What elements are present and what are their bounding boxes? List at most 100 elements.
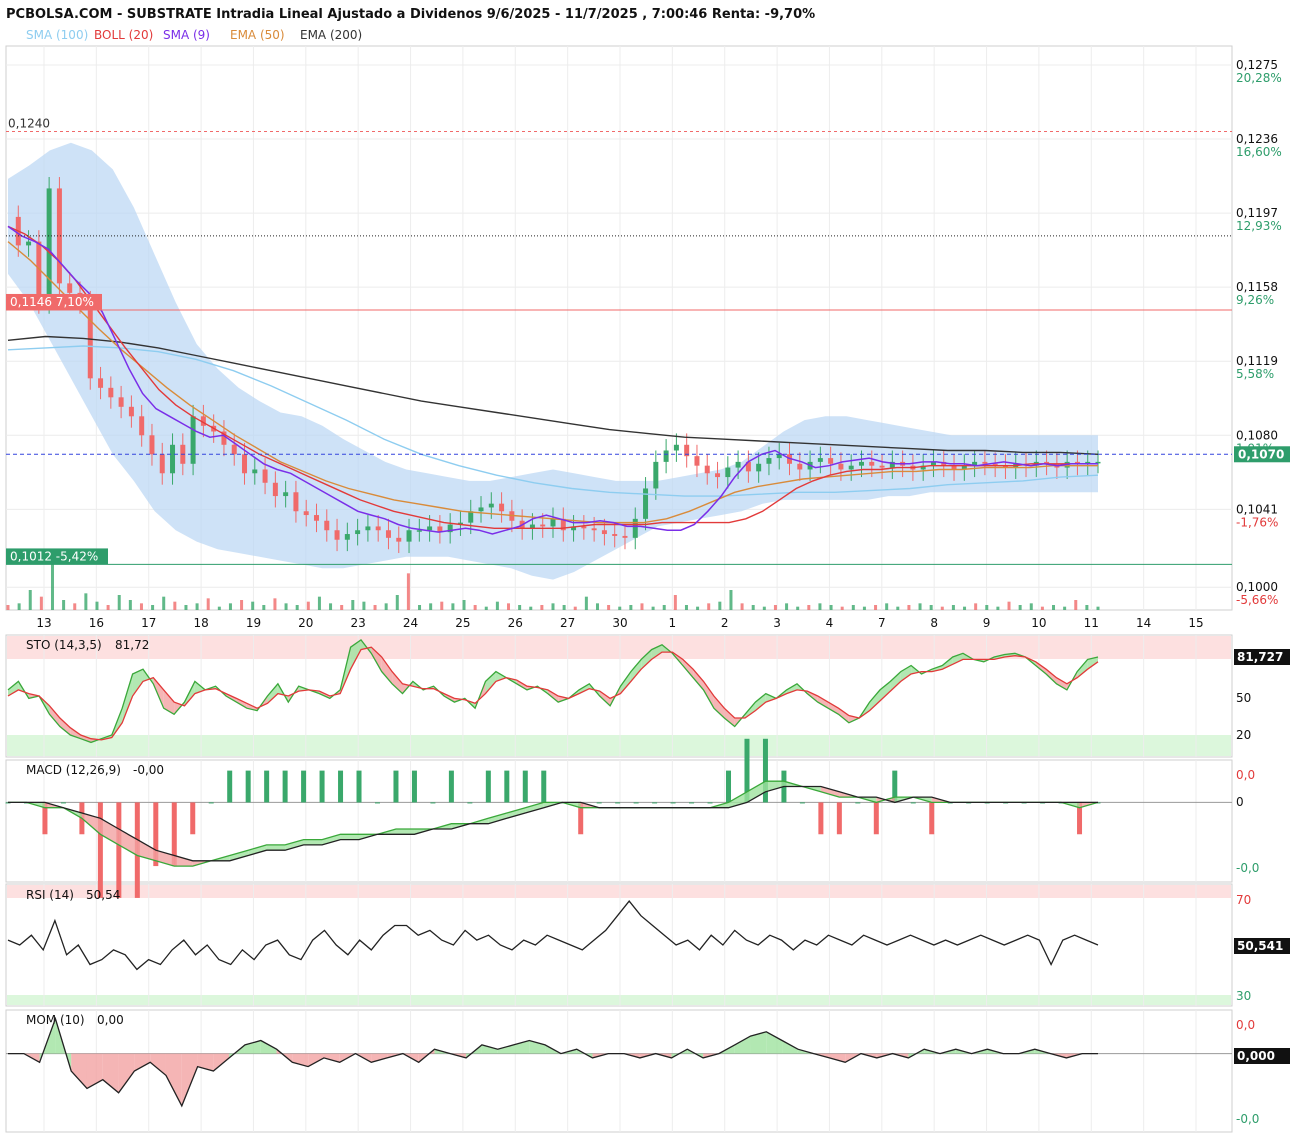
volume-bar [1085, 605, 1089, 610]
macd-hist-bar [411, 770, 417, 803]
candle-body [848, 465, 854, 470]
support-label: 0,1012 -5,42% [10, 549, 98, 563]
macd-hist-bar [670, 802, 676, 804]
volume-bar [1007, 601, 1011, 610]
volume-bar [262, 605, 266, 610]
volume-bar [618, 606, 622, 610]
volume-bar [751, 605, 755, 610]
macd-hist-bar [836, 802, 842, 835]
price-tick-label: 0,1041 [1236, 502, 1278, 516]
candle-body [87, 302, 93, 379]
candle-body [673, 444, 679, 451]
volume-bar [429, 603, 433, 610]
candle-body [313, 515, 319, 521]
volume-bar [696, 606, 700, 610]
volume-bar [573, 606, 577, 610]
volume-bar [362, 601, 366, 610]
volume-bar [507, 603, 511, 610]
volume-bar [17, 603, 21, 610]
macd-hist-bar [356, 770, 362, 803]
volume-bar [462, 600, 466, 610]
volume-bar [740, 603, 744, 610]
macd-hist-bar [929, 802, 935, 835]
sto-value: 81,72 [115, 638, 149, 652]
macd-hist-bar [60, 802, 66, 804]
volume-bar [351, 600, 355, 610]
price-tick-label: 0,1000 [1236, 580, 1278, 594]
volume-bar [139, 603, 143, 610]
volume-bar [128, 600, 132, 610]
price-tick-pct: 20,28% [1236, 71, 1282, 85]
candle-body [581, 526, 587, 529]
candle-body [766, 458, 772, 464]
candle-body [190, 416, 196, 464]
x-tick-label: 2 [721, 616, 729, 630]
volume-bar [184, 605, 188, 610]
macd-hist-bar [689, 802, 695, 804]
volume-bar [39, 596, 43, 610]
volume-bar [295, 605, 299, 610]
volume-bar [1096, 606, 1100, 610]
volume-bar [406, 573, 410, 610]
x-tick-label: 15 [1188, 616, 1203, 630]
volume-bar [340, 605, 344, 610]
volume-bar [518, 605, 522, 610]
macd-hist-bar [374, 802, 380, 804]
candle-body [98, 378, 104, 388]
macd-tick-bottom: -0,0 [1236, 861, 1259, 875]
volume-bar [862, 606, 866, 610]
volume-bar [684, 605, 688, 610]
candle-body [550, 518, 556, 527]
x-tick-label: 26 [508, 616, 523, 630]
volume-bar [317, 596, 321, 610]
macd-hist-bar [227, 770, 233, 803]
candle-body [262, 469, 268, 483]
sto-overbought-zone [7, 636, 1231, 659]
x-tick-label: 20 [298, 616, 313, 630]
candle-body [797, 463, 803, 470]
candle-body [622, 535, 628, 538]
last-price-label: 0,1070 [1238, 447, 1284, 461]
volume-bar [896, 606, 900, 610]
macd-hist-bar [633, 802, 639, 804]
macd-fill-segment [340, 834, 360, 840]
sto-label: STO (14,3,5) [26, 638, 102, 652]
macd-hist-bar [467, 802, 473, 804]
volume-bar [707, 603, 711, 610]
volume-bar [1018, 605, 1022, 610]
macd-hist-bar [116, 802, 122, 898]
candle-body [159, 454, 165, 474]
volume-bar [1029, 603, 1033, 610]
candle-body [67, 283, 73, 293]
macd-hist-bar [799, 802, 805, 804]
volume-bar [807, 605, 811, 610]
mom-last-label: 0,000 [1237, 1049, 1275, 1063]
macd-hist-bar [448, 770, 454, 803]
x-tick-label: 1 [669, 616, 677, 630]
candle-body [838, 463, 844, 470]
candle-body [427, 526, 433, 531]
candle-body [375, 526, 381, 531]
candle-body [344, 534, 350, 540]
volume-bar [562, 605, 566, 610]
sto-last-label: 81,727 [1237, 650, 1283, 664]
volume-bar [373, 605, 377, 610]
x-tick-label: 7 [878, 616, 886, 630]
candle-body [46, 188, 52, 303]
volume-bar [929, 605, 933, 610]
volume-bar [1040, 606, 1044, 610]
price-tick-label: 0,1197 [1236, 206, 1278, 220]
volume-bar [384, 603, 388, 610]
candle-body [406, 530, 412, 542]
volume-bar [729, 590, 733, 610]
macd-hist-bar [873, 802, 879, 835]
macd-hist-bar [190, 802, 196, 835]
volume-bar [217, 606, 221, 610]
volume-bar [762, 606, 766, 610]
macd-hist-bar [264, 770, 270, 803]
macd-label: MACD (12,26,9) [26, 763, 121, 777]
candle-body [385, 530, 391, 538]
volume-bar [785, 603, 789, 610]
volume-bar [940, 606, 944, 610]
volume-bar [273, 598, 277, 610]
